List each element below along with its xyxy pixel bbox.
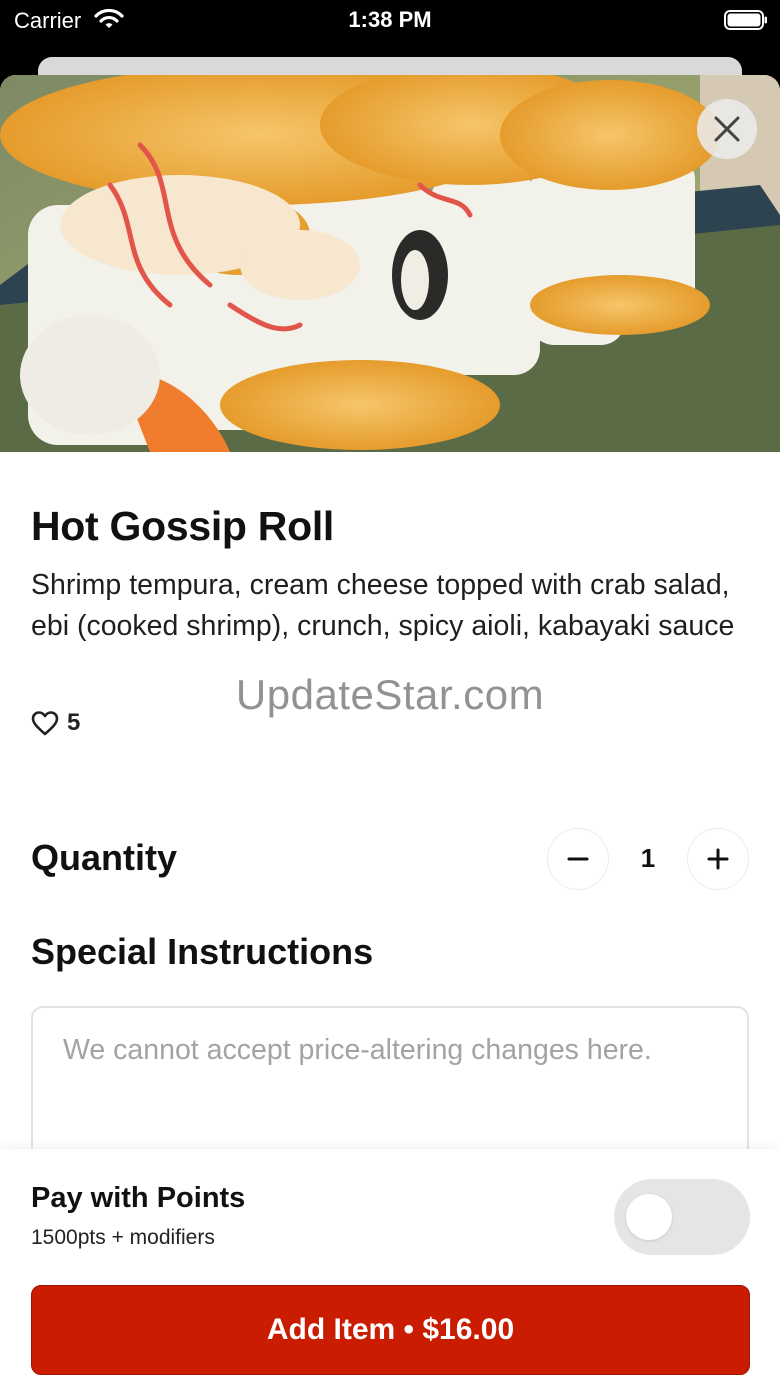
- status-bar: Carrier 1:38 PM: [0, 0, 780, 56]
- item-title: Hot Gossip Roll: [31, 503, 335, 549]
- quantity-value: 1: [640, 843, 656, 873]
- pay-with-points-toggle[interactable]: [614, 1179, 750, 1255]
- pay-with-points-subtitle: 1500pts + modifiers: [31, 1226, 215, 1249]
- item-photo: [0, 75, 780, 452]
- special-instructions-input[interactable]: [63, 1032, 717, 1150]
- item-detail-sheet: Hot Gossip Roll Shrimp tempura, cream ch…: [0, 75, 780, 1387]
- special-instructions-label: Special Instructions: [31, 931, 374, 972]
- increase-quantity-button[interactable]: [687, 828, 749, 890]
- pay-with-points-title: Pay with Points: [31, 1182, 246, 1214]
- toggle-knob: [626, 1194, 672, 1240]
- battery-icon: [724, 10, 767, 30]
- add-item-button[interactable]: Add Item • $16.00: [31, 1285, 750, 1375]
- plus-icon: [707, 848, 729, 870]
- bottom-action-bar: Pay with Points 1500pts + modifiers Add …: [0, 1149, 780, 1387]
- minus-icon: [567, 857, 589, 861]
- status-time: 1:38 PM: [348, 7, 432, 32]
- close-button[interactable]: [697, 99, 757, 159]
- quantity-label: Quantity: [31, 837, 178, 878]
- item-description: Shrimp tempura, cream cheese topped with…: [31, 569, 735, 642]
- watermark: UpdateStar.com: [235, 671, 545, 718]
- decrease-quantity-button[interactable]: [547, 828, 609, 890]
- close-icon: [714, 116, 740, 142]
